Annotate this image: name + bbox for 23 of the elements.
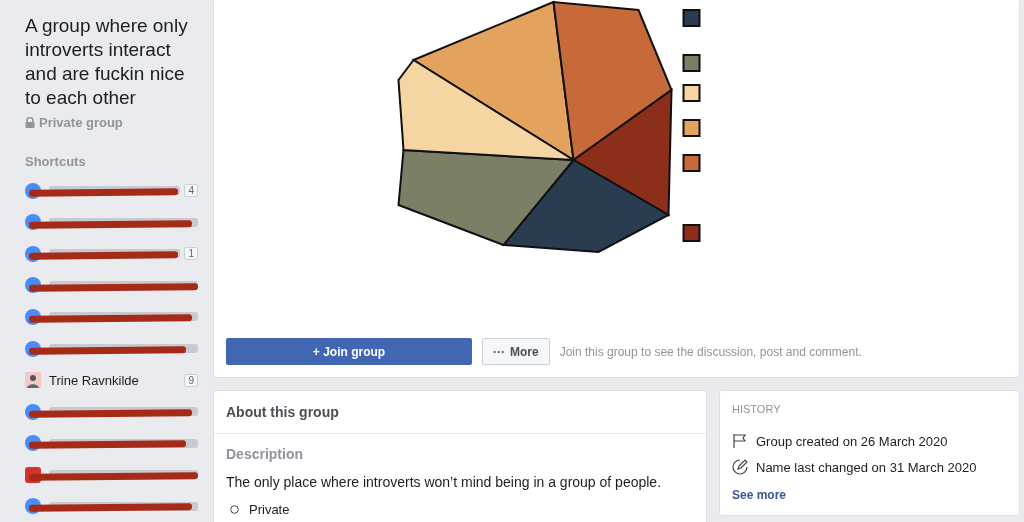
description-label: Description [226,446,304,462]
more-button[interactable]: ··· More [482,338,550,365]
count-badge: 4 [184,184,198,198]
history-entry: Name last changed on 31 March 2020 [756,459,977,475]
join-hint: Join this group to see the discussion, post and comment. [559,344,862,359]
pencil-icon [732,459,748,475]
description-text: The only place where introverts won’t mind being in a group of people. [226,474,663,490]
see-more-link[interactable]: See more [732,488,787,502]
card-title: HISTORY [732,403,782,415]
history-entry: Group created on 26 March 2020 [756,433,948,449]
privacy-text: Private [249,502,290,517]
count-badge: 9 [184,373,198,387]
count-badge: 1 [184,247,198,261]
join-group-button[interactable]: + Join group [226,338,472,365]
section-title: Shortcuts [25,154,87,169]
flag-icon [732,433,748,449]
card-title: About this group [214,391,706,434]
shortcut-link[interactable]: Trine Ravnkilde [49,372,181,388]
lock-icon [25,117,35,128]
globe-icon [230,505,239,514]
avatar-icon [25,372,41,389]
group-name: A group where only introverts interact and are fuckin nice to each other [25,14,189,110]
privacy-label: Private group [39,115,123,130]
